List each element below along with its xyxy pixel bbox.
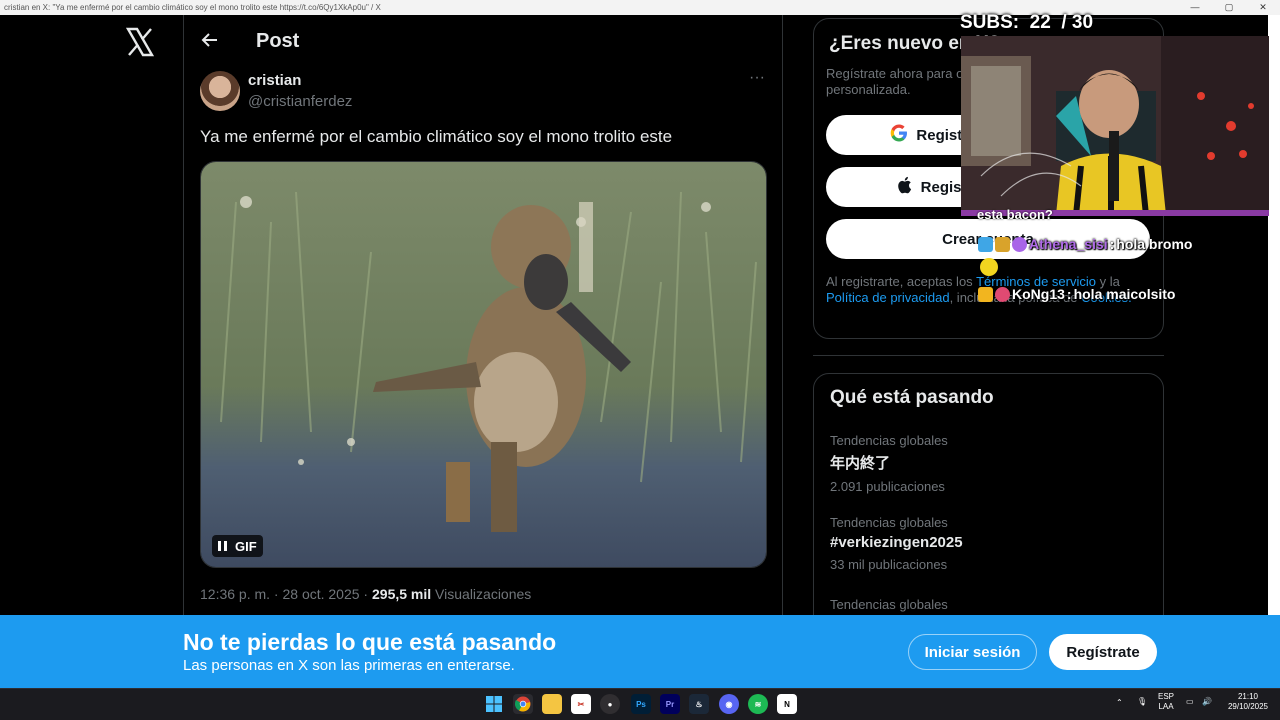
column-divider-right xyxy=(782,15,783,615)
emote-icon xyxy=(980,258,998,276)
chat-sep: : xyxy=(1066,286,1072,302)
sidebar-divider xyxy=(813,355,1164,356)
trend-item[interactable]: Tendencias globales #verkiezingen2025 33… xyxy=(830,515,963,572)
tweet-meta: 12:36 p. m. · 28 oct. 2025 · 295,5 mil V… xyxy=(200,586,531,602)
steam-icon[interactable]: ♨ xyxy=(689,694,709,714)
views-label: Visualizaciones xyxy=(431,586,532,602)
window-title: cristian en X: "Ya me enfermé por el cam… xyxy=(4,3,381,12)
badge-icon xyxy=(978,236,993,252)
chat-username[interactable]: KoNg13 xyxy=(1012,286,1065,302)
windows-start-icon[interactable] xyxy=(484,694,504,714)
region-code: LAA xyxy=(1158,702,1174,711)
trend-context: Tendencias globales xyxy=(830,433,948,448)
trend-name: 年内終了 xyxy=(830,455,891,472)
trend-item[interactable]: Tendencias globales xyxy=(830,597,948,612)
chrome-icon[interactable] xyxy=(513,694,533,714)
clock[interactable]: 21:10 29/10/2025 xyxy=(1226,692,1270,712)
spotify-icon[interactable]: ≋ xyxy=(748,694,768,714)
banner-title: No te pierdas lo que está pasando xyxy=(183,629,557,655)
tweet-time[interactable]: 12:36 p. m. · 28 oct. 2025 · xyxy=(200,586,372,602)
banner-subtitle: Las personas en X son las primeras en en… xyxy=(183,657,515,674)
author-handle[interactable]: @cristianferdez xyxy=(248,93,352,110)
chevron-up-icon[interactable]: ⌃ xyxy=(1116,698,1123,708)
clock-time: 21:10 xyxy=(1237,692,1259,701)
trend-count: 2.091 publicaciones xyxy=(830,479,945,494)
volume-icon[interactable]: 🔊 xyxy=(1202,697,1212,707)
trends-title: Qué está pasando xyxy=(830,387,994,408)
clock-date: 29/10/2025 xyxy=(1227,702,1269,711)
chat-message: KoNg13: hola maicolsito xyxy=(978,286,1176,302)
badge-icon xyxy=(1012,236,1027,252)
views-count: 295,5 mil xyxy=(372,586,432,602)
back-arrow-icon[interactable] xyxy=(200,30,220,50)
trend-count: 33 mil publicaciones xyxy=(830,557,948,572)
page-title: Post xyxy=(256,30,300,52)
trend-name: #verkiezingen2025 xyxy=(830,534,963,551)
x-logo-icon[interactable] xyxy=(124,26,156,58)
network-icon[interactable]: ▭ xyxy=(1186,697,1194,707)
tweet-text: Ya me enfermé por el cambio climático so… xyxy=(200,127,673,146)
trend-context: Tendencias globales xyxy=(830,515,948,530)
overlay-strip xyxy=(1268,15,1280,615)
maximize-button[interactable]: ▢ xyxy=(1212,0,1246,15)
snipping-tool-icon[interactable]: ✂ xyxy=(571,694,591,714)
signup-button[interactable]: Regístrate xyxy=(1049,634,1157,670)
close-button[interactable]: ✕ xyxy=(1246,0,1280,15)
trend-item[interactable]: Tendencias globales 年内終了 2.091 publicaci… xyxy=(830,433,948,494)
login-button[interactable]: Iniciar sesión xyxy=(908,634,1037,670)
chat-username[interactable]: Athena_sisi xyxy=(1029,236,1108,252)
chat-emote-row xyxy=(980,258,998,276)
chat-text: hola bromo xyxy=(1116,236,1193,252)
obs-icon[interactable]: ● xyxy=(600,694,620,714)
trends-card xyxy=(813,373,1164,633)
badge-icon xyxy=(995,236,1010,252)
google-icon xyxy=(890,124,908,146)
column-divider-left xyxy=(183,15,184,615)
tweet-media-gif[interactable] xyxy=(200,161,767,568)
subs-counter: SUBS: 22 / 30 xyxy=(960,12,1094,33)
trend-context: Tendencias globales xyxy=(830,597,948,612)
microphone-icon[interactable]: 🎙 xyxy=(1137,697,1147,707)
photoshop-icon[interactable]: Ps xyxy=(631,694,651,714)
language-indicator[interactable]: ESP LAA xyxy=(1158,692,1174,712)
legal-prefix: Al registrarte, aceptas los xyxy=(826,274,977,289)
author-name[interactable]: cristian xyxy=(248,72,301,89)
crown-badge-icon xyxy=(978,286,993,302)
avatar[interactable] xyxy=(200,71,240,111)
gif-badge[interactable]: GIF xyxy=(212,535,263,557)
pause-icon[interactable] xyxy=(218,541,227,551)
chat-sep: : xyxy=(1109,236,1115,252)
discord-icon[interactable]: ◉ xyxy=(719,694,739,714)
apple-icon xyxy=(897,176,913,198)
webcam-overlay xyxy=(961,36,1269,215)
minimize-button[interactable]: — xyxy=(1178,0,1212,15)
badge-icon xyxy=(995,286,1010,302)
premiere-icon[interactable]: Pr xyxy=(660,694,680,714)
privacy-link[interactable]: Política de privacidad xyxy=(826,290,950,305)
more-options-icon[interactable]: ··· xyxy=(746,70,768,92)
lang-code: ESP xyxy=(1158,692,1175,701)
notion-icon[interactable]: N xyxy=(777,694,797,714)
chat-text: hola maicolsito xyxy=(1073,286,1176,302)
chat-message: Athena_sisi: hola bromo xyxy=(978,236,1193,252)
gif-label: GIF xyxy=(235,538,257,554)
file-explorer-icon[interactable] xyxy=(542,694,562,714)
chat-message-partial: esta bacon? xyxy=(977,207,1053,222)
